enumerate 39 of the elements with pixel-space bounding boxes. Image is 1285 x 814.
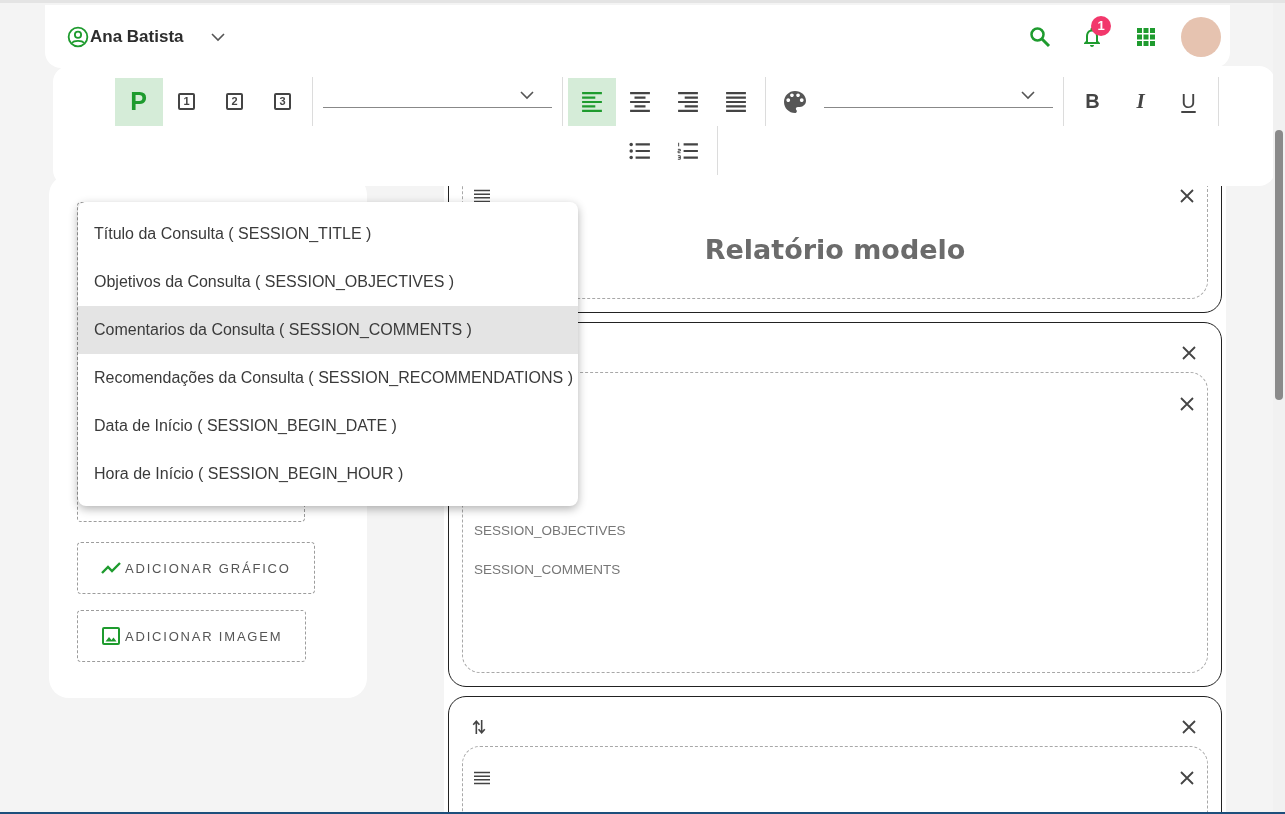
chevron-down-icon [519, 90, 534, 100]
palette-icon [783, 90, 806, 113]
menu-item[interactable]: Comentarios da Consulta ( SESSION_COMMENTS ) [78, 306, 578, 354]
align-center-icon [628, 90, 651, 113]
close-icon[interactable] [1181, 345, 1197, 361]
variable-text: SESSION_OBJECTIVES [474, 522, 626, 540]
bold-button[interactable]: B [1068, 77, 1117, 126]
image-icon [101, 626, 121, 646]
underline-button[interactable]: U [1164, 77, 1213, 126]
close-icon[interactable] [1179, 396, 1195, 412]
add-image-button[interactable]: ADICIONAR IMAGEM [77, 610, 307, 662]
menu-item[interactable]: Título da Consulta ( SESSION_TITLE ) [78, 210, 578, 258]
search-icon[interactable] [1028, 24, 1052, 49]
heading-button[interactable]: 3 [258, 77, 307, 126]
report-title: Relatório modelo [704, 233, 966, 267]
close-icon[interactable] [1179, 770, 1195, 786]
scrollbar-thumb[interactable] [1275, 130, 1283, 400]
heading-button[interactable]: 2 [210, 77, 259, 126]
sort-arrows-icon[interactable] [471, 719, 487, 735]
close-icon[interactable] [1181, 719, 1197, 735]
menu-item[interactable]: Recomendações da Consulta ( SESSION_RECOMMENDATIONS ) [78, 354, 578, 402]
notification-badge: 1 [1091, 15, 1111, 36]
menu-item[interactable]: Data de Início ( SESSION_BEGIN_DATE ) [78, 402, 578, 450]
menu-item[interactable]: Objetivos da Consulta ( SESSION_OBJECTIVES ) [78, 258, 578, 306]
menu-item[interactable]: Hora de Início ( SESSION_BEGIN_HOUR ) [78, 450, 578, 498]
align-right-icon [676, 90, 699, 113]
align-justify-icon [724, 90, 747, 113]
align-left-icon [580, 90, 603, 113]
user-circle-icon [67, 25, 89, 48]
chevron-down-icon [1020, 90, 1035, 100]
user-menu-button[interactable]: Ana Batista [67, 25, 226, 48]
italic-button[interactable]: I [1116, 77, 1165, 126]
align-left-button[interactable] [567, 77, 616, 126]
lines-icon[interactable] [474, 770, 490, 786]
variable-text: SESSION_COMMENTS [474, 561, 621, 579]
lines-icon[interactable] [474, 188, 490, 204]
close-icon[interactable] [1179, 188, 1195, 204]
heading-button[interactable]: 1 [162, 77, 211, 126]
add-chart-button[interactable]: ADICIONAR GRÁFICO [77, 542, 315, 594]
